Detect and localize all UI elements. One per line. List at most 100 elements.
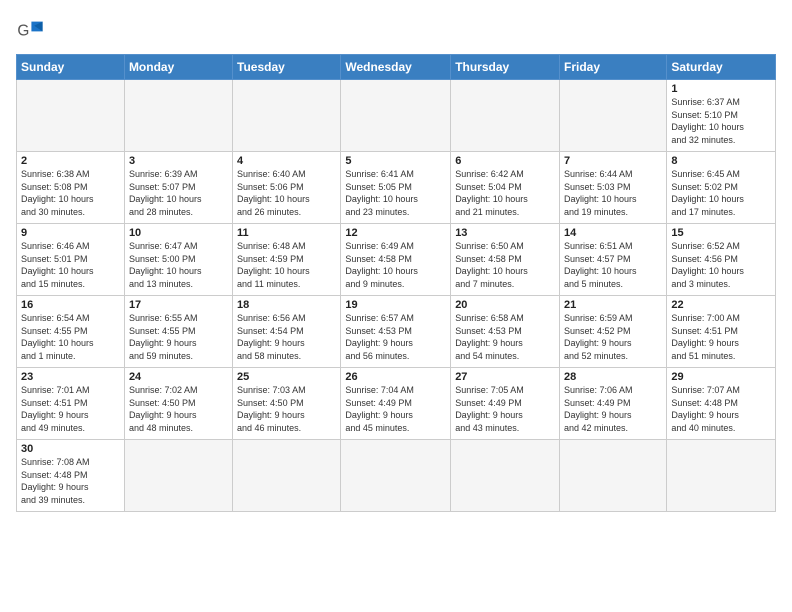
- day-number: 9: [21, 227, 120, 239]
- day-info: Sunrise: 7:06 AM Sunset: 4:49 PM Dayligh…: [564, 384, 662, 434]
- day-info: Sunrise: 7:00 AM Sunset: 4:51 PM Dayligh…: [671, 312, 771, 362]
- day-number: 11: [237, 227, 336, 239]
- calendar-cell: 4Sunrise: 6:40 AM Sunset: 5:06 PM Daylig…: [233, 152, 341, 224]
- calendar-cell: 2Sunrise: 6:38 AM Sunset: 5:08 PM Daylig…: [17, 152, 125, 224]
- day-number: 8: [671, 155, 771, 167]
- day-number: 17: [129, 299, 228, 311]
- calendar-cell: [451, 80, 560, 152]
- calendar-cell: 28Sunrise: 7:06 AM Sunset: 4:49 PM Dayli…: [560, 368, 667, 440]
- day-number: 21: [564, 299, 662, 311]
- weekday-friday: Friday: [560, 55, 667, 80]
- day-info: Sunrise: 6:40 AM Sunset: 5:06 PM Dayligh…: [237, 168, 336, 218]
- weekday-sunday: Sunday: [17, 55, 125, 80]
- calendar-row: 16Sunrise: 6:54 AM Sunset: 4:55 PM Dayli…: [17, 296, 776, 368]
- calendar-cell: 30Sunrise: 7:08 AM Sunset: 4:48 PM Dayli…: [17, 440, 125, 512]
- calendar-row: 30Sunrise: 7:08 AM Sunset: 4:48 PM Dayli…: [17, 440, 776, 512]
- day-info: Sunrise: 6:46 AM Sunset: 5:01 PM Dayligh…: [21, 240, 120, 290]
- logo: G: [16, 16, 48, 44]
- svg-text:G: G: [17, 23, 29, 40]
- calendar-cell: 23Sunrise: 7:01 AM Sunset: 4:51 PM Dayli…: [17, 368, 125, 440]
- weekday-monday: Monday: [124, 55, 232, 80]
- calendar-cell: 3Sunrise: 6:39 AM Sunset: 5:07 PM Daylig…: [124, 152, 232, 224]
- day-number: 27: [455, 371, 555, 383]
- calendar: SundayMondayTuesdayWednesdayThursdayFrid…: [16, 54, 776, 512]
- day-info: Sunrise: 7:05 AM Sunset: 4:49 PM Dayligh…: [455, 384, 555, 434]
- day-number: 28: [564, 371, 662, 383]
- calendar-cell: [233, 80, 341, 152]
- calendar-cell: 26Sunrise: 7:04 AM Sunset: 4:49 PM Dayli…: [341, 368, 451, 440]
- day-info: Sunrise: 7:04 AM Sunset: 4:49 PM Dayligh…: [345, 384, 446, 434]
- day-info: Sunrise: 6:41 AM Sunset: 5:05 PM Dayligh…: [345, 168, 446, 218]
- weekday-row: SundayMondayTuesdayWednesdayThursdayFrid…: [17, 55, 776, 80]
- day-info: Sunrise: 7:03 AM Sunset: 4:50 PM Dayligh…: [237, 384, 336, 434]
- calendar-row: 1Sunrise: 6:37 AM Sunset: 5:10 PM Daylig…: [17, 80, 776, 152]
- calendar-cell: 18Sunrise: 6:56 AM Sunset: 4:54 PM Dayli…: [233, 296, 341, 368]
- day-number: 3: [129, 155, 228, 167]
- day-number: 30: [21, 443, 120, 455]
- day-info: Sunrise: 7:02 AM Sunset: 4:50 PM Dayligh…: [129, 384, 228, 434]
- day-number: 25: [237, 371, 336, 383]
- calendar-cell: [233, 440, 341, 512]
- day-info: Sunrise: 6:48 AM Sunset: 4:59 PM Dayligh…: [237, 240, 336, 290]
- day-number: 7: [564, 155, 662, 167]
- day-info: Sunrise: 6:50 AM Sunset: 4:58 PM Dayligh…: [455, 240, 555, 290]
- calendar-cell: 10Sunrise: 6:47 AM Sunset: 5:00 PM Dayli…: [124, 224, 232, 296]
- calendar-cell: [341, 440, 451, 512]
- day-number: 29: [671, 371, 771, 383]
- calendar-cell: [17, 80, 125, 152]
- calendar-cell: 15Sunrise: 6:52 AM Sunset: 4:56 PM Dayli…: [667, 224, 776, 296]
- calendar-cell: [560, 440, 667, 512]
- calendar-cell: 8Sunrise: 6:45 AM Sunset: 5:02 PM Daylig…: [667, 152, 776, 224]
- calendar-cell: 5Sunrise: 6:41 AM Sunset: 5:05 PM Daylig…: [341, 152, 451, 224]
- calendar-cell: [451, 440, 560, 512]
- day-info: Sunrise: 6:56 AM Sunset: 4:54 PM Dayligh…: [237, 312, 336, 362]
- calendar-cell: 6Sunrise: 6:42 AM Sunset: 5:04 PM Daylig…: [451, 152, 560, 224]
- calendar-row: 9Sunrise: 6:46 AM Sunset: 5:01 PM Daylig…: [17, 224, 776, 296]
- day-info: Sunrise: 6:54 AM Sunset: 4:55 PM Dayligh…: [21, 312, 120, 362]
- day-number: 5: [345, 155, 446, 167]
- calendar-cell: 17Sunrise: 6:55 AM Sunset: 4:55 PM Dayli…: [124, 296, 232, 368]
- day-number: 12: [345, 227, 446, 239]
- calendar-cell: 14Sunrise: 6:51 AM Sunset: 4:57 PM Dayli…: [560, 224, 667, 296]
- calendar-cell: 19Sunrise: 6:57 AM Sunset: 4:53 PM Dayli…: [341, 296, 451, 368]
- calendar-cell: [341, 80, 451, 152]
- day-info: Sunrise: 6:44 AM Sunset: 5:03 PM Dayligh…: [564, 168, 662, 218]
- day-number: 22: [671, 299, 771, 311]
- weekday-saturday: Saturday: [667, 55, 776, 80]
- day-info: Sunrise: 7:01 AM Sunset: 4:51 PM Dayligh…: [21, 384, 120, 434]
- weekday-tuesday: Tuesday: [233, 55, 341, 80]
- day-info: Sunrise: 6:57 AM Sunset: 4:53 PM Dayligh…: [345, 312, 446, 362]
- calendar-cell: [560, 80, 667, 152]
- day-info: Sunrise: 7:08 AM Sunset: 4:48 PM Dayligh…: [21, 456, 120, 506]
- day-number: 18: [237, 299, 336, 311]
- calendar-cell: 1Sunrise: 6:37 AM Sunset: 5:10 PM Daylig…: [667, 80, 776, 152]
- calendar-cell: 9Sunrise: 6:46 AM Sunset: 5:01 PM Daylig…: [17, 224, 125, 296]
- calendar-cell: 11Sunrise: 6:48 AM Sunset: 4:59 PM Dayli…: [233, 224, 341, 296]
- calendar-cell: 24Sunrise: 7:02 AM Sunset: 4:50 PM Dayli…: [124, 368, 232, 440]
- day-number: 20: [455, 299, 555, 311]
- calendar-cell: 29Sunrise: 7:07 AM Sunset: 4:48 PM Dayli…: [667, 368, 776, 440]
- calendar-body: 1Sunrise: 6:37 AM Sunset: 5:10 PM Daylig…: [17, 80, 776, 512]
- day-info: Sunrise: 6:42 AM Sunset: 5:04 PM Dayligh…: [455, 168, 555, 218]
- day-info: Sunrise: 6:38 AM Sunset: 5:08 PM Dayligh…: [21, 168, 120, 218]
- day-info: Sunrise: 6:45 AM Sunset: 5:02 PM Dayligh…: [671, 168, 771, 218]
- day-number: 4: [237, 155, 336, 167]
- calendar-cell: [667, 440, 776, 512]
- day-info: Sunrise: 6:58 AM Sunset: 4:53 PM Dayligh…: [455, 312, 555, 362]
- day-info: Sunrise: 6:52 AM Sunset: 4:56 PM Dayligh…: [671, 240, 771, 290]
- day-number: 10: [129, 227, 228, 239]
- calendar-cell: 20Sunrise: 6:58 AM Sunset: 4:53 PM Dayli…: [451, 296, 560, 368]
- page: G SundayMondayTuesdayWednesdayThursdayFr…: [0, 0, 792, 612]
- day-number: 13: [455, 227, 555, 239]
- calendar-cell: 7Sunrise: 6:44 AM Sunset: 5:03 PM Daylig…: [560, 152, 667, 224]
- day-info: Sunrise: 6:49 AM Sunset: 4:58 PM Dayligh…: [345, 240, 446, 290]
- day-info: Sunrise: 6:39 AM Sunset: 5:07 PM Dayligh…: [129, 168, 228, 218]
- calendar-cell: 27Sunrise: 7:05 AM Sunset: 4:49 PM Dayli…: [451, 368, 560, 440]
- calendar-cell: [124, 440, 232, 512]
- calendar-cell: 13Sunrise: 6:50 AM Sunset: 4:58 PM Dayli…: [451, 224, 560, 296]
- calendar-row: 23Sunrise: 7:01 AM Sunset: 4:51 PM Dayli…: [17, 368, 776, 440]
- day-number: 6: [455, 155, 555, 167]
- day-info: Sunrise: 6:47 AM Sunset: 5:00 PM Dayligh…: [129, 240, 228, 290]
- logo-icon: G: [16, 16, 44, 44]
- calendar-cell: 21Sunrise: 6:59 AM Sunset: 4:52 PM Dayli…: [560, 296, 667, 368]
